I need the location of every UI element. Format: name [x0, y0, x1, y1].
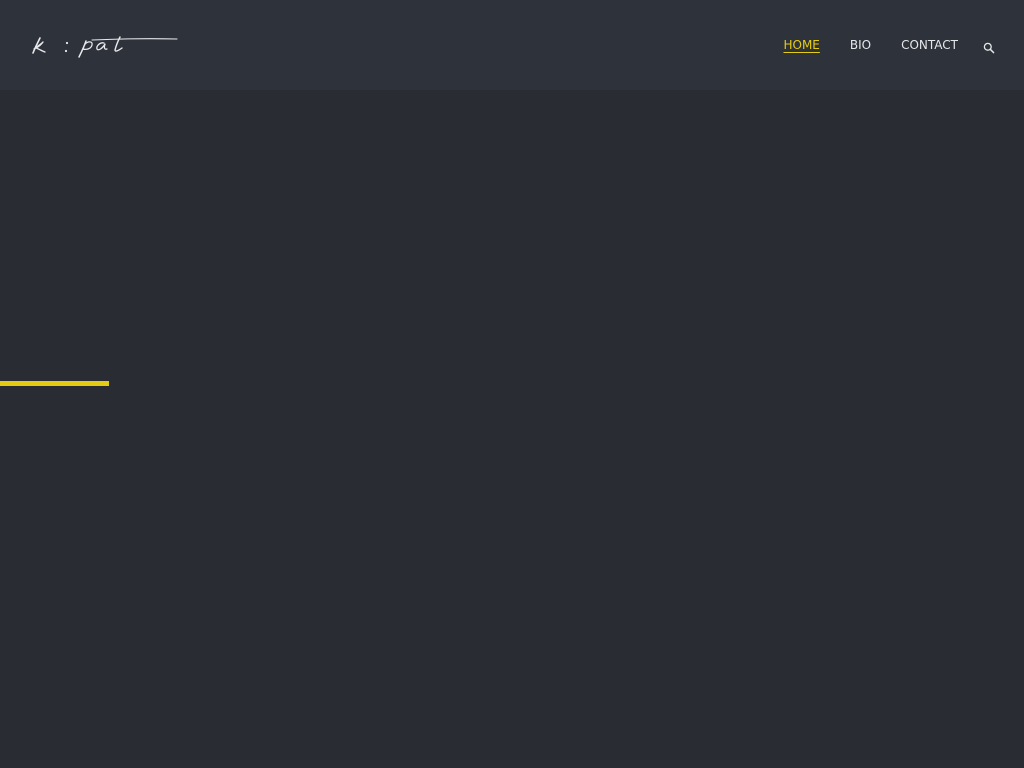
main-navigation: HOME BIO CONTACT: [783, 34, 995, 56]
nav-item-contact[interactable]: CONTACT: [901, 34, 958, 56]
progress-bar: [0, 381, 1024, 386]
progress-bar-fill: [0, 381, 109, 386]
signature-logo-icon: [32, 36, 178, 58]
nav-item-bio[interactable]: BIO: [850, 34, 871, 56]
site-header: HOME BIO CONTACT: [0, 0, 1024, 90]
search-icon[interactable]: [983, 39, 995, 54]
site-logo[interactable]: [30, 30, 182, 62]
nav-item-home[interactable]: HOME: [783, 34, 819, 56]
page: HOME BIO CONTACT: [0, 0, 1024, 768]
main-content: [0, 90, 1024, 768]
